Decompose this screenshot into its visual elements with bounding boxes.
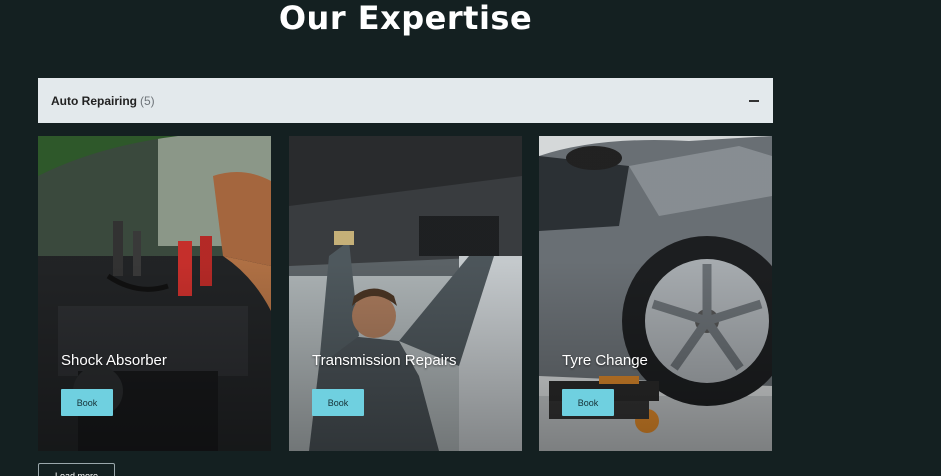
service-card-tyre-change: Tyre Change Book bbox=[539, 136, 772, 451]
service-card-shock-absorber: Shock Absorber Book bbox=[38, 136, 271, 451]
accordion-title: Auto Repairing bbox=[51, 93, 137, 108]
expertise-section: Our Expertise Auto Repairing (5) Shock A… bbox=[0, 0, 941, 476]
book-button[interactable]: Book bbox=[312, 389, 364, 416]
load-more-button[interactable]: Load more bbox=[38, 463, 115, 476]
book-button[interactable]: Book bbox=[562, 389, 614, 416]
book-button[interactable]: Book bbox=[61, 389, 113, 416]
minus-icon[interactable] bbox=[749, 99, 759, 102]
accordion-count: (5) bbox=[140, 93, 155, 108]
card-title: Transmission Repairs bbox=[312, 352, 457, 369]
card-title: Tyre Change bbox=[562, 352, 648, 369]
card-title: Shock Absorber bbox=[61, 352, 167, 369]
service-card-transmission-repairs: Transmission Repairs Book bbox=[289, 136, 522, 451]
section-title: Our Expertise bbox=[278, 0, 533, 37]
accordion-header-auto-repairing[interactable]: Auto Repairing (5) bbox=[38, 78, 773, 123]
